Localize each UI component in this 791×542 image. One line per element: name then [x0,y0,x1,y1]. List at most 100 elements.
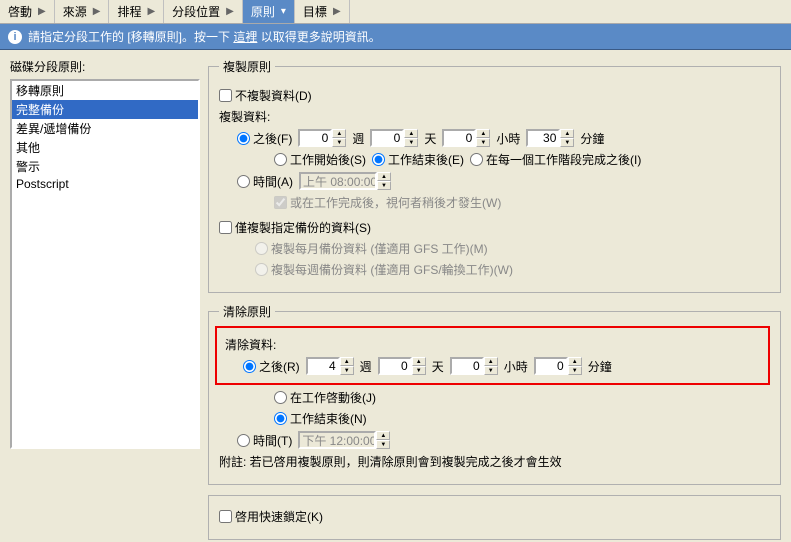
purge-minutes-input[interactable] [534,357,568,375]
copy-after-radio[interactable]: 之後(F) [237,130,292,147]
purge-days-spinner[interactable]: ▲▼ [378,357,426,375]
purge-after-jobend-radio[interactable]: 工作結束後(N) [274,410,367,427]
copy-after-eachstage-input[interactable] [470,153,483,166]
copy-weeks-input[interactable] [298,129,332,147]
list-item[interactable]: Postscript [12,176,198,192]
purge-weeks-spinner[interactable]: ▲▼ [306,357,354,375]
spin-up-button[interactable]: ▲ [412,357,426,366]
list-item[interactable]: 其他 [12,138,198,157]
spin-up-button[interactable]: ▲ [476,129,490,138]
list-item[interactable]: 警示 [12,157,198,176]
copy-after-eachstage-radio[interactable]: 在每一個工作階段完成之後(I) [470,151,641,168]
copy-hours-spinner[interactable]: ▲▼ [442,129,490,147]
copy-section-label: 複製資料: [219,108,770,125]
only-specified-input[interactable] [219,221,232,234]
tab-start[interactable]: 啓動 ▶ [0,0,55,23]
purge-time-picker[interactable]: ▲▼ [298,431,390,449]
no-copy-checkbox-input[interactable] [219,89,232,102]
spin-up-button[interactable]: ▲ [376,431,390,440]
spin-up-button[interactable]: ▲ [484,357,498,366]
purge-hours-spinner[interactable]: ▲▼ [450,357,498,375]
tab-policy[interactable]: 原則 ▾ [243,0,295,23]
purge-time-input[interactable] [298,431,376,449]
spin-up-button[interactable]: ▲ [404,129,418,138]
spin-down-button[interactable]: ▼ [568,366,582,375]
spin-up-button[interactable]: ▲ [568,357,582,366]
purge-hours-input[interactable] [450,357,484,375]
purge-attime-radio[interactable]: 時間(T) [237,432,292,449]
unit-label: 天 [432,358,444,375]
copy-after-jobstart-input[interactable] [274,153,287,166]
info-icon: i [8,30,22,44]
copy-after-jobend-input[interactable] [372,153,385,166]
chevron-right-icon: ▶ [147,6,155,17]
only-specified-label: 僅複製指定備份的資料(S) [235,219,371,236]
spin-down-button[interactable]: ▼ [476,138,490,147]
unit-label: 小時 [504,358,528,375]
list-item[interactable]: 完整備份 [12,100,198,119]
list-item[interactable]: 差異/遞增備份 [12,119,198,138]
purge-days-input[interactable] [378,357,412,375]
copy-attime-radio-input[interactable] [237,175,250,188]
purge-after-label: 之後(R) [259,358,300,375]
chevron-right-icon: ▶ [226,6,234,17]
copy-after-jobstart-radio[interactable]: 工作開始後(S) [274,151,366,168]
only-specified-checkbox[interactable]: 僅複製指定備份的資料(S) [219,219,371,236]
spin-down-button[interactable]: ▼ [377,181,391,190]
info-link[interactable]: 這裡 [233,28,257,45]
copy-attime-radio[interactable]: 時間(A) [237,173,293,190]
purge-after-radio[interactable]: 之後(R) [243,358,300,375]
list-item[interactable]: 移轉原則 [12,81,198,100]
chevron-right-icon: ▶ [333,6,341,17]
copy-after-jobend-radio[interactable]: 工作結束後(E) [372,151,464,168]
tab-staging-location[interactable]: 分段位置 ▶ [164,0,243,23]
quick-lock-group: 啓用快速鎖定(K) [208,495,781,540]
copy-days-spinner[interactable]: ▲▼ [370,129,418,147]
unit-label: 分鐘 [588,358,612,375]
copy-policy-group: 複製原則 不複製資料(D) 複製資料: 之後(F) ▲▼ 週 [208,58,781,293]
purge-after-jobstart-input[interactable] [274,391,287,404]
no-copy-checkbox[interactable]: 不複製資料(D) [219,87,312,104]
spin-up-button[interactable]: ▲ [340,357,354,366]
purge-weeks-input[interactable] [306,357,340,375]
copy-or-after-job-checkbox: 或在工作完成後，視何者稍後才發生(W) [274,194,501,211]
spin-up-button[interactable]: ▲ [560,129,574,138]
copy-time-picker[interactable]: ▲▼ [299,172,391,190]
spin-down-button[interactable]: ▼ [340,366,354,375]
left-panel: 磁碟分段原則: 移轉原則 完整備份 差異/遞增備份 其他 警示 Postscri… [10,58,200,532]
copy-minutes-input[interactable] [526,129,560,147]
copy-time-input[interactable] [299,172,377,190]
tab-label: 排程 [117,3,141,20]
purge-after-jobend-label: 工作結束後(N) [290,410,367,427]
info-bar: i 請指定分段工作的 [移轉原則]。按一下 這裡 以取得更多說明資訊。 [0,24,791,50]
spin-down-button[interactable]: ▼ [332,138,346,147]
unit-label: 週 [352,130,364,147]
policy-listbox[interactable]: 移轉原則 完整備份 差異/遞增備份 其他 警示 Postscript [10,79,200,449]
spin-down-button[interactable]: ▼ [376,440,390,449]
tab-schedule[interactable]: 排程 ▶ [109,0,164,23]
tab-source[interactable]: 來源 ▶ [55,0,110,23]
quick-lock-checkbox[interactable]: 啓用快速鎖定(K) [219,508,323,525]
copy-days-input[interactable] [370,129,404,147]
spin-down-button[interactable]: ▼ [484,366,498,375]
purge-after-jobend-input[interactable] [274,412,287,425]
copy-hours-input[interactable] [442,129,476,147]
quick-lock-input[interactable] [219,510,232,523]
quick-lock-label: 啓用快速鎖定(K) [235,508,323,525]
spin-up-button[interactable]: ▲ [332,129,346,138]
purge-section-label: 清除資料: [225,336,760,353]
copy-minutes-spinner[interactable]: ▲▼ [526,129,574,147]
purge-after-radio-input[interactable] [243,360,256,373]
spin-down-button[interactable]: ▼ [560,138,574,147]
spin-down-button[interactable]: ▼ [412,366,426,375]
purge-attime-radio-input[interactable] [237,434,250,447]
no-copy-label: 不複製資料(D) [235,87,312,104]
spin-down-button[interactable]: ▼ [404,138,418,147]
tab-target[interactable]: 目標 ▶ [295,0,350,23]
main-content: 磁碟分段原則: 移轉原則 完整備份 差異/遞增備份 其他 警示 Postscri… [0,50,791,542]
spin-up-button[interactable]: ▲ [377,172,391,181]
purge-after-jobstart-radio[interactable]: 在工作啓動後(J) [274,389,376,406]
copy-after-radio-input[interactable] [237,132,250,145]
copy-weeks-spinner[interactable]: ▲▼ [298,129,346,147]
purge-minutes-spinner[interactable]: ▲▼ [534,357,582,375]
